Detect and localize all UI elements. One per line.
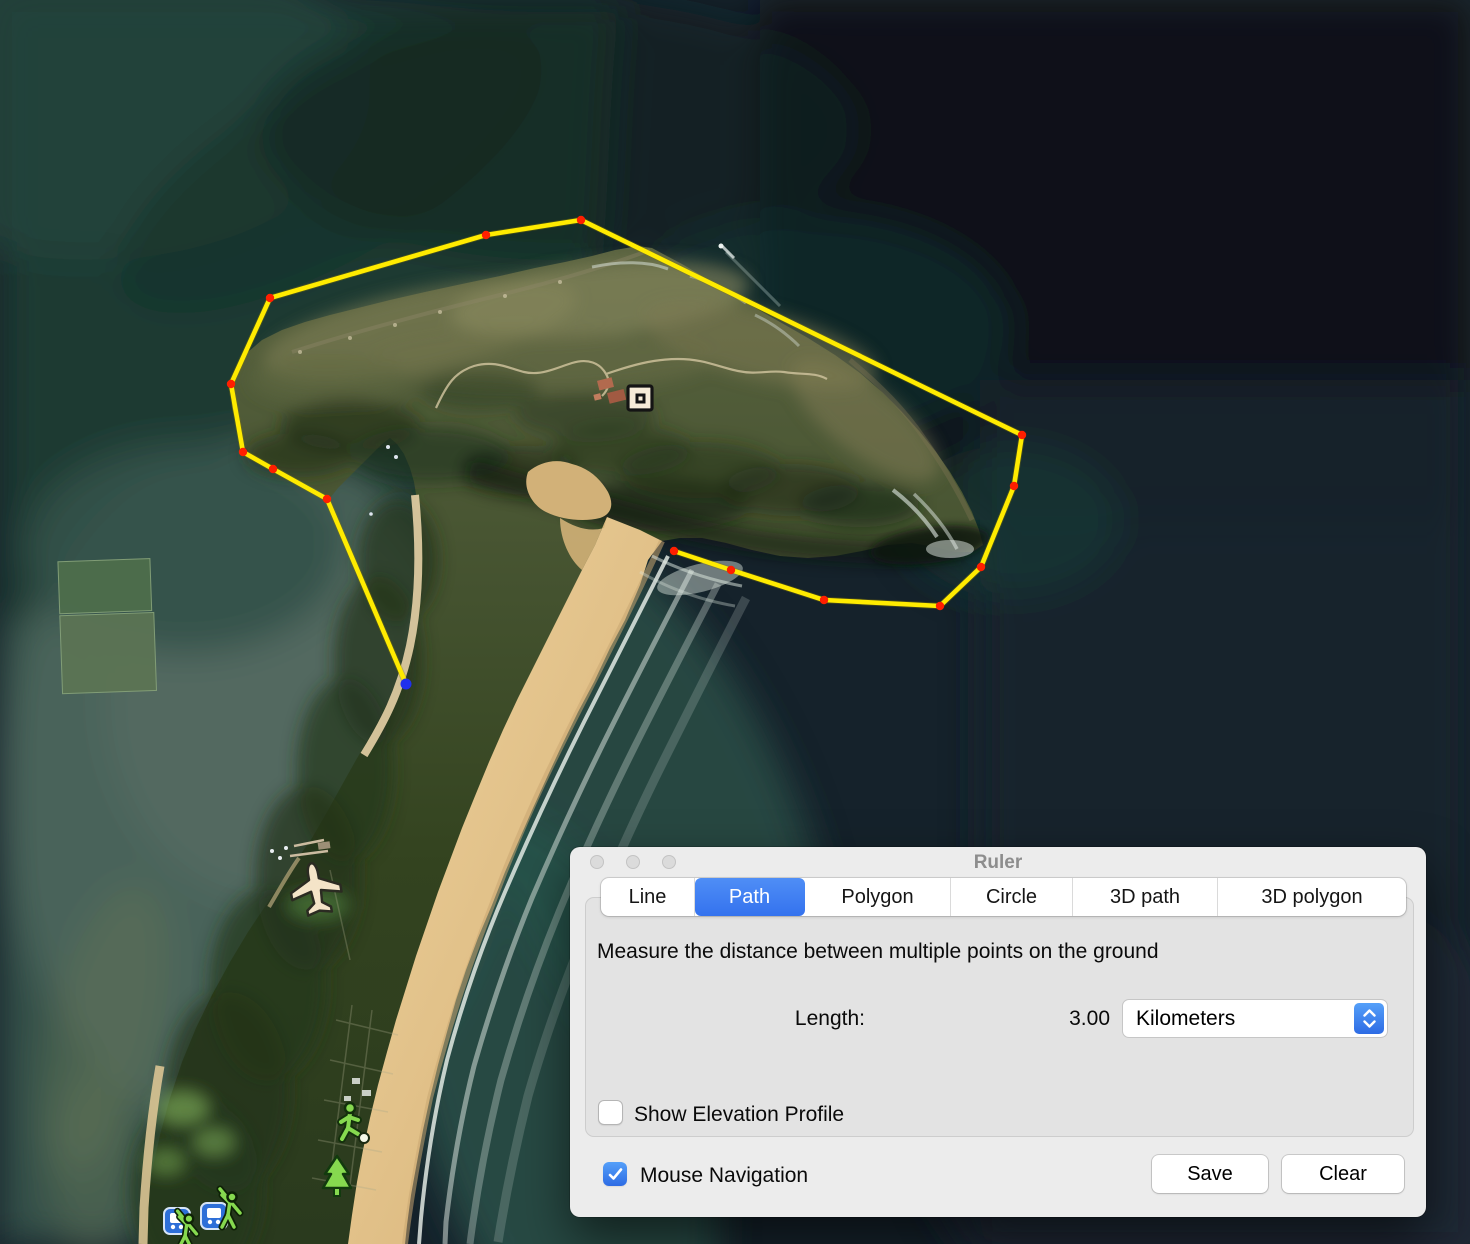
path-endpoint[interactable] [401, 679, 412, 690]
checkmark-icon [608, 1168, 623, 1181]
clear-button[interactable]: Clear [1282, 1155, 1404, 1193]
measure-description: Measure the distance between multiple po… [597, 940, 1159, 964]
path-vertex[interactable] [977, 563, 985, 571]
ruler-dialog: Ruler Line Path Polygon Circle 3D path 3… [570, 847, 1426, 1217]
path-vertex[interactable] [482, 231, 490, 239]
mouse-navigation-label: Mouse Navigation [640, 1164, 808, 1188]
lighthouse-placemark-icon[interactable] [628, 386, 652, 410]
dialog-titlebar[interactable]: Ruler [570, 847, 1426, 877]
path-vertex[interactable] [727, 566, 735, 574]
window-minimize-button[interactable] [626, 855, 640, 869]
path-vertex[interactable] [323, 495, 331, 503]
path-vertex[interactable] [820, 596, 828, 604]
tab-3d-path[interactable]: 3D path [1073, 878, 1218, 916]
save-button[interactable]: Save [1152, 1155, 1268, 1193]
farm-ponds [58, 559, 157, 694]
path-vertex[interactable] [269, 465, 277, 473]
unit-stepper-icon[interactable] [1354, 1003, 1384, 1034]
length-value: 3.00 [870, 1007, 1110, 1031]
unit-dropdown[interactable]: Kilometers [1122, 999, 1388, 1038]
path-vertex[interactable] [239, 448, 247, 456]
path-vertex[interactable] [577, 216, 585, 224]
dialog-title: Ruler [570, 847, 1426, 878]
unit-selected: Kilometers [1136, 1007, 1235, 1031]
show-elevation-checkbox[interactable] [598, 1100, 623, 1125]
path-vertex[interactable] [227, 380, 235, 388]
point-foam [926, 540, 974, 558]
tab-polygon[interactable]: Polygon [805, 878, 951, 916]
tab-3d-polygon[interactable]: 3D polygon [1218, 878, 1406, 916]
path-vertex[interactable] [1018, 431, 1026, 439]
show-elevation-label: Show Elevation Profile [634, 1103, 844, 1127]
ruler-mode-tabs: Line Path Polygon Circle 3D path 3D poly… [601, 878, 1406, 916]
length-label: Length: [570, 1007, 865, 1031]
tab-line[interactable]: Line [601, 878, 695, 916]
path-vertex[interactable] [670, 547, 678, 555]
path-vertex[interactable] [936, 602, 944, 610]
google-earth-viewport: Ruler Line Path Polygon Circle 3D path 3… [0, 0, 1470, 1244]
path-vertex[interactable] [266, 294, 274, 302]
tab-path[interactable]: Path [695, 878, 805, 916]
window-close-button[interactable] [590, 855, 604, 869]
mouse-navigation-checkbox[interactable] [603, 1162, 627, 1186]
window-zoom-button[interactable] [662, 855, 676, 869]
path-vertex[interactable] [1010, 482, 1018, 490]
tab-circle[interactable]: Circle [951, 878, 1073, 916]
